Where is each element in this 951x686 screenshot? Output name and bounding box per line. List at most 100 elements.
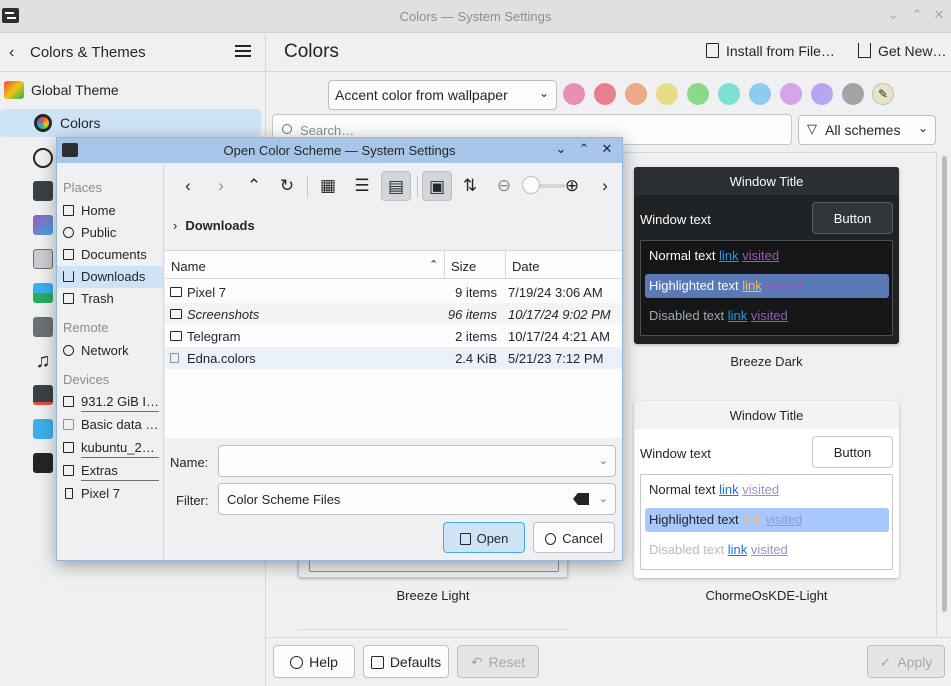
help-icon — [290, 656, 304, 669]
install-from-file-button[interactable]: Install from File… — [706, 43, 835, 59]
column-date[interactable]: Date — [512, 259, 539, 274]
accent-swatch[interactable] — [842, 83, 864, 105]
chevron-down-icon[interactable]: ⌄ — [599, 492, 608, 505]
scheme-filter-select[interactable]: All schemes ▽ ⌄ — [798, 115, 936, 145]
accent-swatch[interactable] — [687, 83, 709, 105]
place-home[interactable]: Home — [57, 200, 163, 222]
places-header: Places — [63, 180, 103, 195]
window-title: Colors — System Settings — [399, 9, 552, 24]
column-name[interactable]: Name — [171, 259, 206, 274]
nav-forward-icon[interactable]: › — [206, 171, 236, 201]
zoom-slider-handle[interactable] — [522, 176, 540, 194]
device-pixel-7[interactable]: Pixel 7 — [57, 483, 163, 505]
file-row[interactable]: Screenshots 96 items 10/17/24 9:02 PM — [165, 303, 622, 325]
defaults-button[interactable]: Defaults — [363, 645, 449, 678]
fonts-icon[interactable] — [33, 215, 53, 235]
chevron-down-icon[interactable]: ⌄ — [599, 454, 608, 467]
colors-icon — [34, 114, 52, 132]
place-trash[interactable]: Trash — [57, 288, 163, 310]
detailed-view-icon[interactable]: ▤ — [381, 171, 411, 201]
accent-swatch[interactable] — [656, 83, 678, 105]
folder-icon — [170, 331, 182, 341]
hamburger-menu-icon[interactable] — [235, 45, 251, 58]
back-icon[interactable]: ‹ — [9, 44, 14, 62]
preview-window-title: Window Title — [634, 167, 899, 195]
scheme-preview-chromeos-light[interactable]: Window Title Window text Button Normal t… — [634, 401, 899, 578]
nav-up-icon[interactable]: ⌃ — [239, 171, 269, 201]
reload-icon[interactable]: ↻ — [272, 171, 302, 201]
column-size[interactable]: Size — [451, 259, 476, 274]
sidebar-header: ‹ Colors & Themes — [0, 34, 265, 72]
place-network[interactable]: Network — [57, 340, 163, 362]
accent-swatch[interactable] — [625, 83, 647, 105]
file-row[interactable]: Telegram 2 items 10/17/24 4:21 AM — [165, 325, 622, 347]
dialog-close-button[interactable]: ✕ — [600, 142, 614, 156]
minimize-button[interactable]: ⌄ — [886, 8, 900, 22]
login-screen-icon[interactable] — [33, 419, 53, 439]
apply-button[interactable]: ✓ Apply — [867, 645, 945, 678]
dialog-title: Open Color Scheme — System Settings — [223, 143, 456, 158]
get-new-button[interactable]: Get New… — [858, 43, 946, 59]
scheme-grid-scrollbar[interactable] — [936, 152, 951, 636]
place-documents[interactable]: Documents — [57, 244, 163, 266]
file-row[interactable]: Pixel 79 items 7/19/24 3:06 AM — [165, 281, 622, 303]
accent-swatch[interactable] — [780, 83, 802, 105]
accent-mode-select[interactable]: Accent color from wallpaper ⌄ — [328, 80, 557, 110]
sort-icon[interactable]: ⇅ — [455, 171, 485, 201]
music-note-icon[interactable]: ♫ — [33, 351, 53, 371]
device-disk-2[interactable]: Basic data … — [57, 414, 163, 436]
search-icon — [282, 124, 292, 134]
scheme-name-chromeos-light: ChormeOsKDE-Light — [705, 588, 828, 603]
window-decorations-icon[interactable] — [33, 181, 53, 201]
more-options-icon[interactable]: › — [590, 171, 620, 201]
accent-swatch[interactable] — [811, 83, 833, 105]
file-row[interactable]: Edna.colors 2.4 KiB 5/21/23 7:12 PM — [165, 347, 622, 369]
zoom-out-icon[interactable]: ⊖ — [489, 171, 519, 201]
boot-splash-icon[interactable] — [33, 453, 53, 473]
accent-swatch[interactable] — [718, 83, 740, 105]
preview-disabled-row: Disabled text link visited — [649, 308, 788, 323]
places-panel: Places Home Public Documents Downloads T… — [57, 164, 164, 560]
document-import-icon — [706, 43, 719, 58]
icons-view-icon[interactable]: ▦ — [313, 171, 343, 201]
compact-view-icon[interactable]: ☰ — [347, 171, 377, 201]
device-disk-3[interactable]: kubuntu_2… — [57, 437, 163, 459]
cursors-icon[interactable] — [33, 283, 53, 303]
device-extras[interactable]: Extras — [57, 460, 163, 482]
splash-screen-icon[interactable] — [33, 385, 53, 405]
plasma-style-icon[interactable] — [33, 148, 53, 168]
sidebar-item-global-theme[interactable]: Global Theme — [0, 76, 265, 104]
help-button[interactable]: Help — [273, 645, 355, 678]
back-label[interactable]: Colors & Themes — [30, 44, 146, 61]
preview-toggle-icon[interactable]: ▣ — [422, 171, 452, 201]
dialog-maximize-button[interactable]: ⌃ — [577, 142, 591, 156]
color-picker-icon[interactable]: ✎ — [872, 83, 894, 105]
scrollbar-thumb[interactable] — [942, 156, 947, 612]
accent-swatch[interactable] — [563, 83, 585, 105]
system-sounds-icon[interactable] — [33, 317, 53, 337]
accent-swatch[interactable] — [594, 83, 616, 105]
filter-select[interactable]: Color Scheme Files ⌄ — [218, 483, 616, 515]
sidebar-item-colors[interactable]: Colors — [0, 109, 261, 137]
icons-icon[interactable] — [33, 249, 53, 269]
reset-button[interactable]: ↶ Reset — [457, 645, 539, 678]
maximize-button[interactable]: ⌃ — [910, 8, 924, 22]
dialog-minimize-button[interactable]: ⌄ — [554, 142, 568, 156]
clear-icon[interactable] — [573, 493, 589, 505]
preview-button: Button — [812, 436, 893, 468]
place-downloads[interactable]: Downloads — [57, 266, 163, 288]
sort-ascending-icon[interactable]: ⌃ — [429, 258, 438, 271]
open-button[interactable]: Open — [443, 522, 525, 553]
zoom-in-icon[interactable]: ⊕ — [557, 171, 587, 201]
place-public[interactable]: Public — [57, 222, 163, 244]
filter-icon: ▽ — [807, 121, 817, 136]
close-button[interactable]: ✕ — [932, 8, 946, 22]
downloads-icon — [63, 271, 74, 282]
scheme-preview-breeze-dark[interactable]: Window Title Window text Button Normal t… — [634, 167, 899, 344]
breadcrumb[interactable]: › Downloads — [173, 218, 255, 233]
device-disk-1[interactable]: 931.2 GiB I… — [57, 391, 163, 413]
nav-back-icon[interactable]: ‹ — [173, 171, 203, 201]
filename-input[interactable]: ⌄ — [218, 445, 616, 477]
accent-swatch[interactable] — [749, 83, 771, 105]
cancel-button[interactable]: Cancel — [533, 522, 615, 553]
